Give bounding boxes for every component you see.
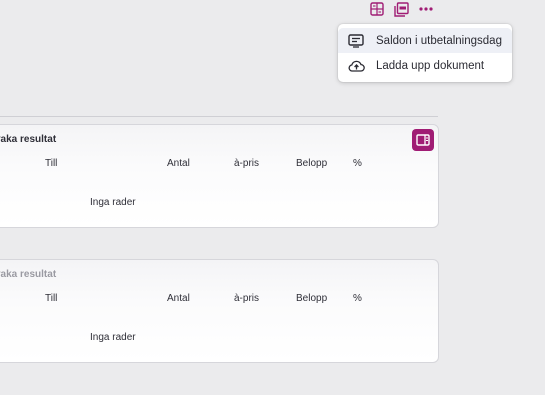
column-header-percent: % [353, 293, 362, 304]
panel-title: vaka resultat [0, 269, 57, 280]
column-header-belopp: Belopp [296, 293, 328, 304]
column-header-a-pris: à-pris [234, 293, 260, 304]
more-icon[interactable] [418, 1, 434, 17]
column-header-till: Till [45, 293, 58, 304]
report-icon[interactable] [369, 1, 385, 17]
menu-item-upload[interactable]: Ladda upp dokument [338, 53, 512, 78]
empty-state-text: Inga rader [90, 197, 136, 208]
column-header-percent: % [353, 158, 362, 169]
result-panel: vaka resultat Till Antal à-pris Belopp %… [0, 259, 439, 363]
empty-state-text: Inga rader [90, 332, 136, 343]
pdf-icon[interactable] [393, 1, 409, 17]
more-menu: Saldon i utbetalningsdag Ladda upp dokum… [338, 24, 512, 82]
panel-view-icon [416, 134, 430, 146]
result-panel: vaka resultat Till Antal à-pris Belopp %… [0, 124, 439, 228]
section-divider [0, 116, 438, 117]
menu-item-balance[interactable]: Saldon i utbetalningsdag [338, 28, 512, 53]
panel-title: vaka resultat [0, 134, 57, 145]
receipt-icon [347, 32, 365, 50]
column-header-antal: Antal [167, 293, 190, 304]
column-header-antal: Antal [167, 158, 190, 169]
column-header-belopp: Belopp [296, 158, 328, 169]
menu-item-label: Saldon i utbetalningsdag [376, 34, 502, 47]
menu-item-label: Ladda upp dokument [376, 59, 485, 72]
panel-toggle-button[interactable] [412, 129, 434, 151]
cloud-upload-icon [347, 57, 365, 75]
column-header-a-pris: à-pris [234, 158, 260, 169]
column-header-till: Till [45, 158, 58, 169]
